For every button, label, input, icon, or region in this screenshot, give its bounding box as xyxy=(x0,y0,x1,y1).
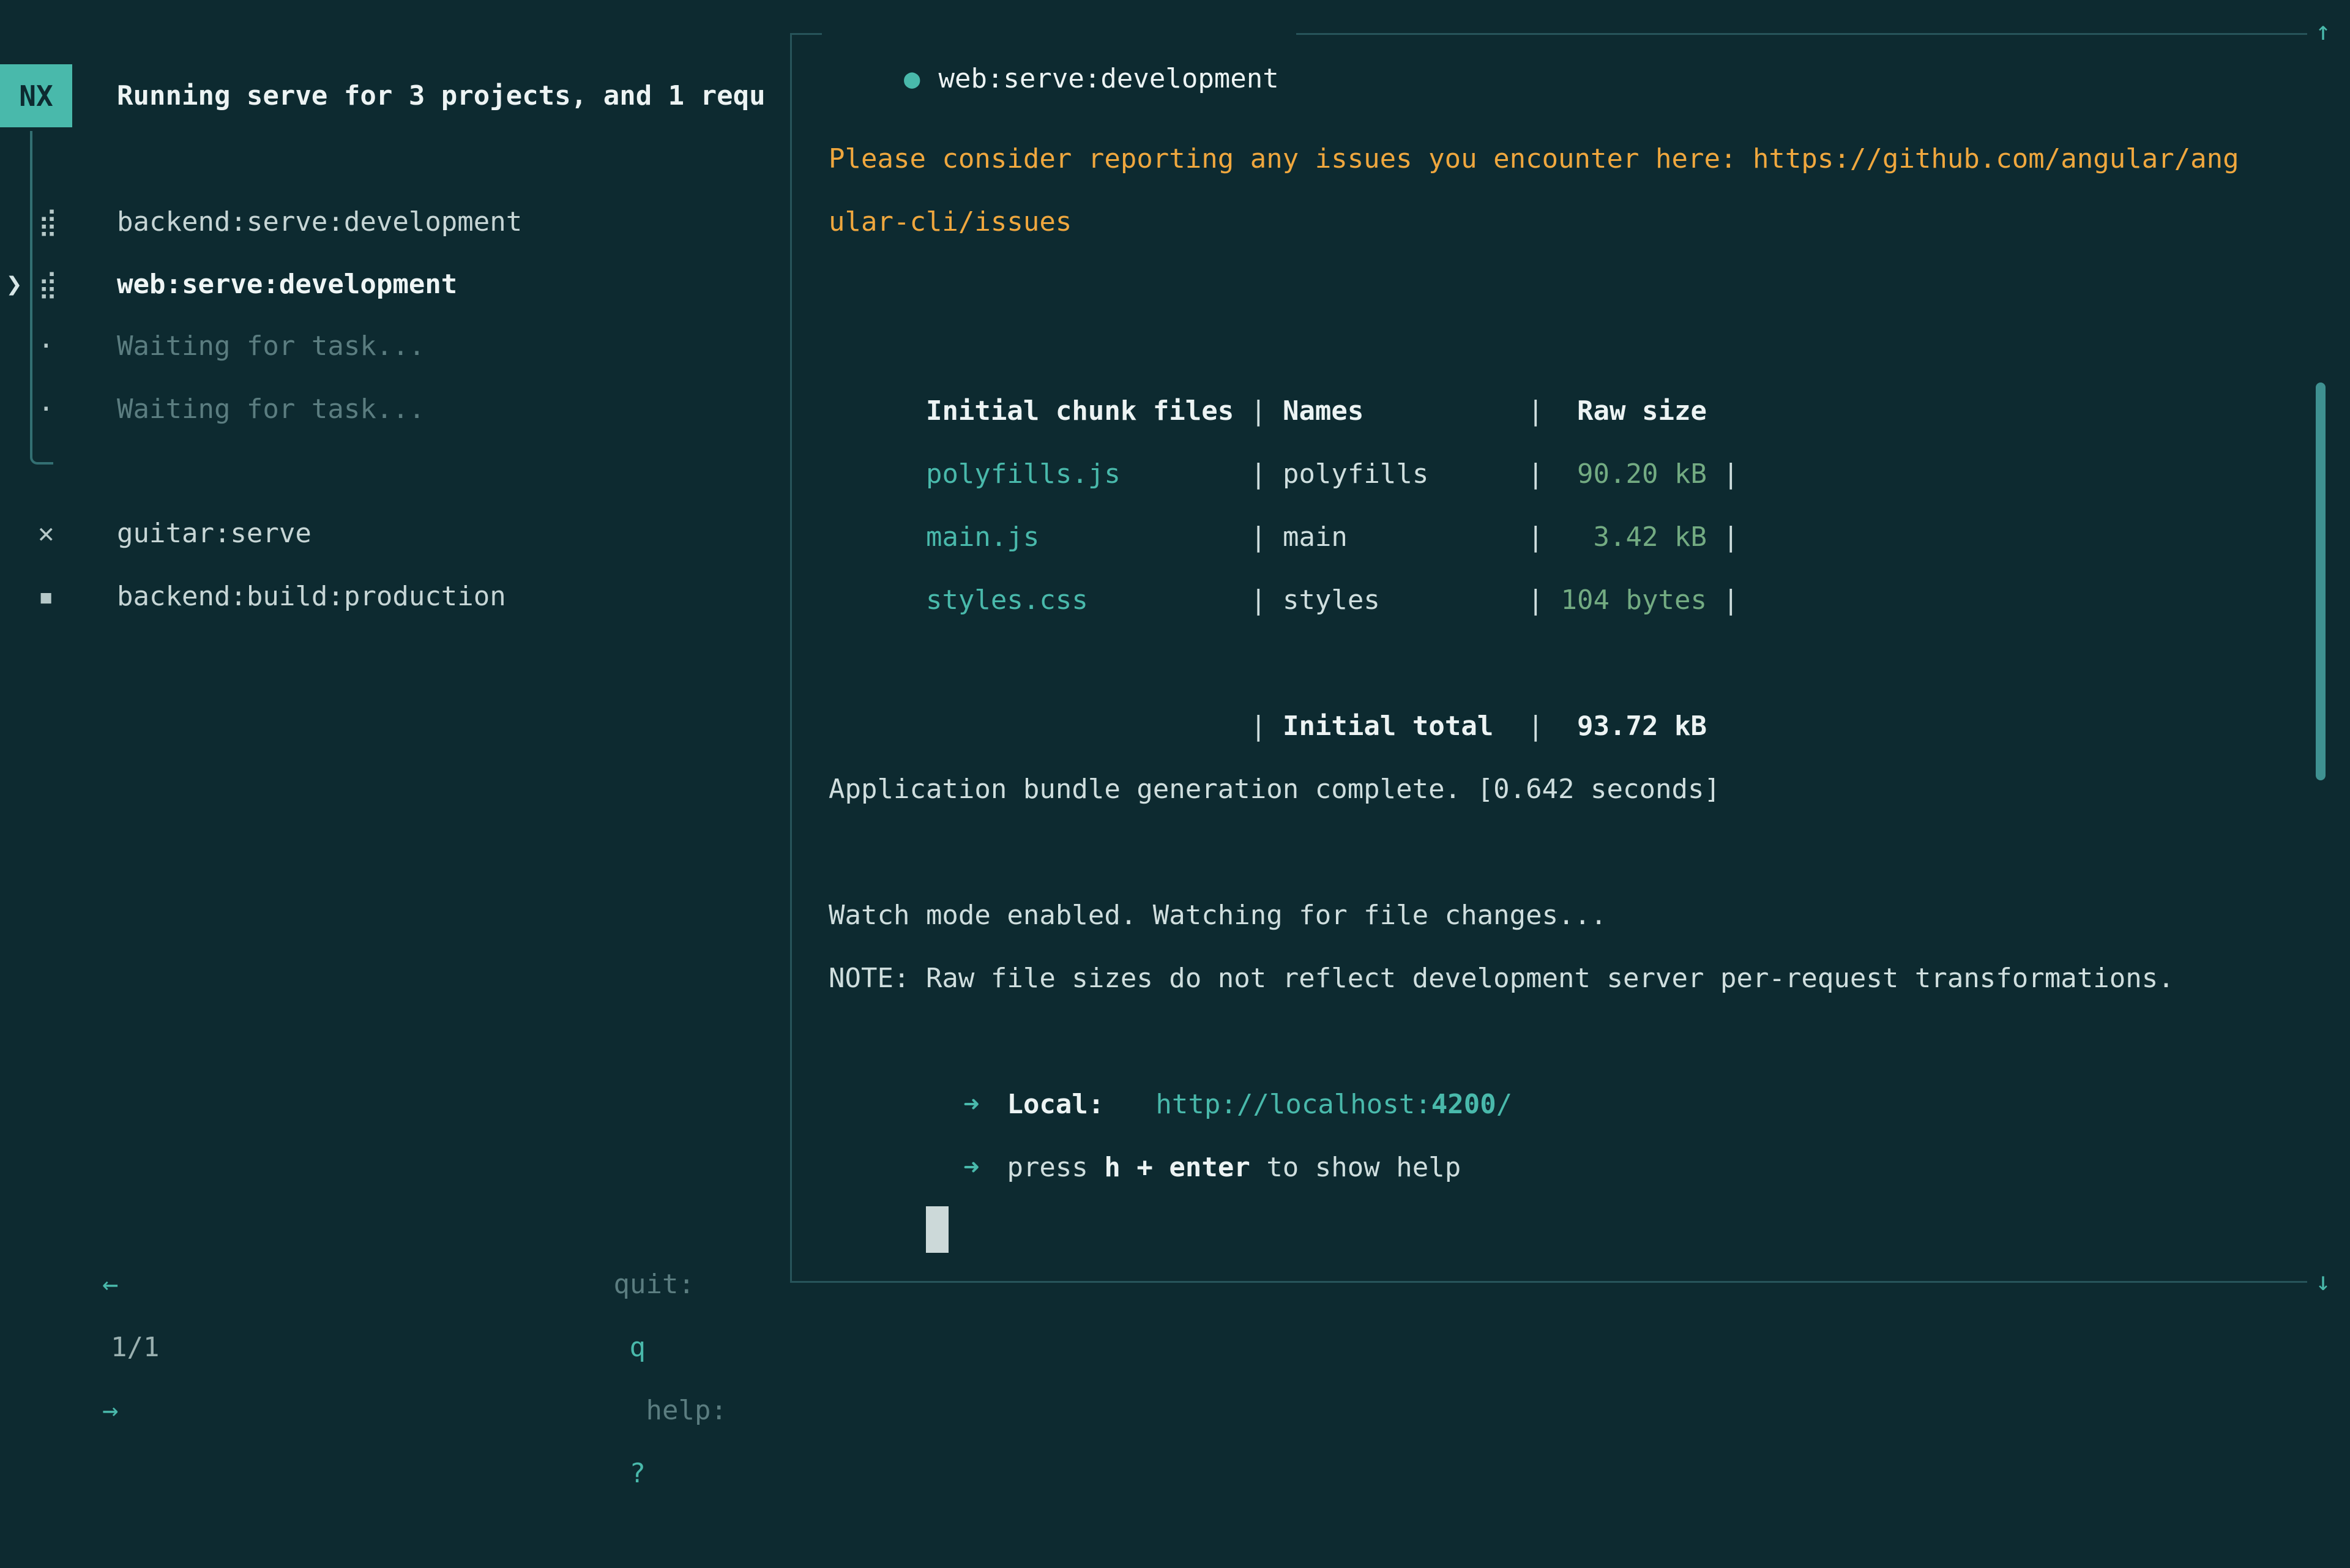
task-item-backend-serve-development[interactable]: ⣾ backend:serve:development xyxy=(0,190,790,253)
output-pane: ●web:serve:development Please consider r… xyxy=(790,0,2350,1322)
table-pipe: | xyxy=(1250,569,1283,632)
success-icon: ▪ xyxy=(38,565,54,628)
chunk-table-header: Initial chunk files|Names|Raw size xyxy=(829,316,2316,379)
task-item-web-serve-development[interactable]: ❯ ⣾ web:serve:development xyxy=(0,253,790,316)
page-indicator: 1/1 xyxy=(111,1332,159,1363)
running-indicator-icon: ● xyxy=(904,63,920,94)
note-line: NOTE: Raw file sizes do not reflect deve… xyxy=(829,947,2316,1010)
table-pipe: | xyxy=(1723,569,1739,632)
task-label: web:serve:development xyxy=(117,253,457,316)
total-size: 93.72 kB xyxy=(1560,695,1707,758)
scroll-up-arrow-icon[interactable]: ↑ xyxy=(2305,5,2341,58)
chunk-file: main.js xyxy=(926,506,1250,569)
task-label: backend:serve:development xyxy=(117,190,522,253)
table-pipe: | xyxy=(1528,379,1560,442)
scroll-down-arrow-icon[interactable]: ↓ xyxy=(2305,1255,2341,1308)
pagination: ← 1/1 → xyxy=(37,1190,168,1253)
chunk-size: 104 bytes xyxy=(1560,569,1707,632)
task-item-waiting-2[interactable]: · Waiting for task... xyxy=(0,378,790,441)
url-suffix: / xyxy=(1496,1089,1513,1120)
issue-notice-line: ular-cli/issues xyxy=(829,190,2316,253)
bundle-complete-line: Application bundle generation complete. … xyxy=(829,758,2316,821)
help-label: help: xyxy=(646,1395,727,1426)
local-url-line: ➜Local:http://localhost:4200/ xyxy=(829,1010,2316,1073)
spinner-icon: ⣾ xyxy=(38,190,58,253)
error-icon: ✕ xyxy=(38,502,54,565)
spinner-icon: ⣾ xyxy=(38,253,58,316)
localhost-link[interactable]: http://localhost:4200/ xyxy=(1155,1089,1512,1120)
url-port: 4200 xyxy=(1431,1089,1496,1120)
chunk-size: 3.42 kB xyxy=(1560,506,1707,569)
table-pipe: | xyxy=(1250,506,1283,569)
total-label: Initial total xyxy=(1283,695,1528,758)
arrow-icon: ➜ xyxy=(963,1089,980,1120)
output-pane-title: ●web:serve:development xyxy=(822,11,1296,56)
chunk-file: polyfills.js xyxy=(926,442,1250,506)
table-pipe: | xyxy=(1528,569,1560,632)
header-names: Names xyxy=(1283,379,1528,442)
chunk-name: main xyxy=(1283,506,1528,569)
table-pipe: | xyxy=(1250,442,1283,506)
local-label: Local: xyxy=(1007,1089,1104,1120)
keyboard-hints: quit: q help: ? xyxy=(549,1190,727,1253)
chunk-file: styles.css xyxy=(926,569,1250,632)
terminal-output: Please consider reporting any issues you… xyxy=(829,127,2316,1199)
table-pipe: | xyxy=(1528,442,1560,506)
task-item-waiting-1[interactable]: · Waiting for task... xyxy=(0,315,790,378)
scrollbar-thumb[interactable] xyxy=(2316,383,2326,780)
terminal-cursor xyxy=(926,1206,949,1253)
table-pipe: | xyxy=(1723,442,1739,506)
table-pipe: | xyxy=(1250,379,1283,442)
table-pipe: | xyxy=(1723,506,1739,569)
task-item-backend-build-production[interactable]: ▪ backend:build:production xyxy=(0,565,790,628)
task-label: Waiting for task... xyxy=(117,315,425,378)
nx-logo: NX xyxy=(0,64,72,127)
chunk-size: 90.20 kB xyxy=(1560,442,1707,506)
table-pipe: | xyxy=(1528,695,1560,758)
arrow-icon: ➜ xyxy=(963,1152,980,1183)
url-prefix: http://localhost: xyxy=(1155,1089,1431,1120)
help-key: ? xyxy=(630,1458,646,1489)
initial-total-row: |Initial total|93.72 kB xyxy=(829,632,2316,695)
waiting-icon: · xyxy=(38,315,54,378)
help-hint-pre: press xyxy=(1007,1152,1104,1183)
header-raw-size: Raw size xyxy=(1560,379,1707,442)
task-list-panel: NX Running serve for 3 projects, and 1 r… xyxy=(0,0,790,1322)
chunk-name: polyfills xyxy=(1283,442,1528,506)
table-pipe: | xyxy=(1528,506,1560,569)
waiting-icon: · xyxy=(38,378,54,441)
selection-pointer-icon: ❯ xyxy=(6,253,23,316)
page-title: Running serve for 3 projects, and 1 requ xyxy=(117,64,766,127)
task-item-guitar-serve[interactable]: ✕ guitar:serve xyxy=(0,502,790,565)
issue-notice-line: Please consider reporting any issues you… xyxy=(829,127,2316,190)
output-pane-task-name: web:serve:development xyxy=(938,63,1278,94)
help-hint-key: h + enter xyxy=(1104,1152,1250,1183)
header-files: Initial chunk files xyxy=(926,379,1250,442)
next-page-arrow-icon[interactable]: → xyxy=(102,1395,119,1426)
chunk-name: styles xyxy=(1283,569,1528,632)
task-label: backend:build:production xyxy=(117,565,506,628)
task-label: guitar:serve xyxy=(117,502,311,565)
watch-mode-line: Watch mode enabled. Watching for file ch… xyxy=(829,884,2316,947)
prev-page-arrow-icon[interactable]: ← xyxy=(102,1269,119,1300)
table-pipe: | xyxy=(1250,695,1283,758)
task-label: Waiting for task... xyxy=(117,378,425,441)
help-hint-post: to show help xyxy=(1250,1152,1461,1183)
quit-label: quit: xyxy=(614,1269,695,1300)
quit-key: q xyxy=(630,1332,646,1363)
